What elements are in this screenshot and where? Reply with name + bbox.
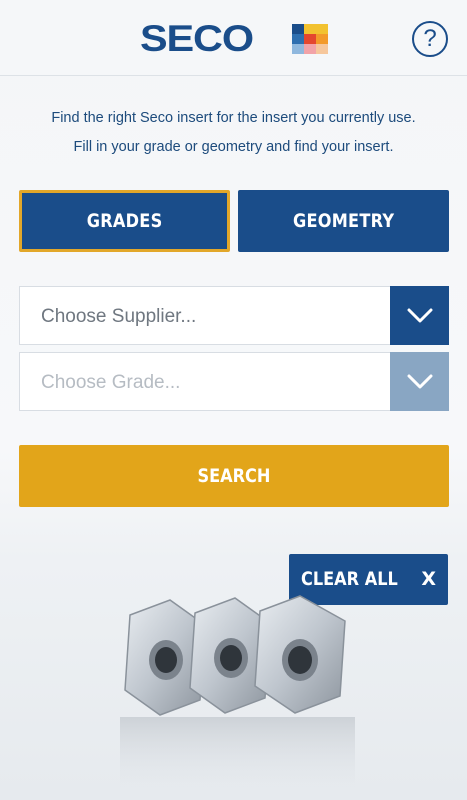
logo-square [292, 44, 304, 54]
tab-geometry-label: GEOMETRY [292, 210, 395, 232]
logo-square [316, 44, 328, 54]
help-icon: ? [423, 25, 437, 52]
logo-square [304, 44, 316, 54]
search-button[interactable]: SEARCH [19, 445, 449, 507]
chevron-down-icon [407, 374, 432, 388]
logo-squares [292, 24, 328, 54]
logo-square [304, 34, 316, 44]
close-icon: X [421, 568, 436, 590]
supplier-dropdown-button[interactable] [390, 286, 449, 345]
logo-text: SECO [140, 18, 254, 59]
app-header: SECO ? [0, 0, 467, 76]
search-button-label: SEARCH [197, 465, 271, 487]
tab-grades[interactable]: GRADES [19, 190, 230, 252]
tab-grades-label: GRADES [86, 210, 163, 232]
intro-line-2: Fill in your grade or geometry and find … [73, 139, 394, 155]
grade-placeholder: Choose Grade... [41, 372, 181, 393]
chevron-down-icon [407, 308, 432, 322]
logo-square [304, 24, 316, 34]
supplier-select[interactable]: Choose Supplier... [19, 286, 449, 345]
logo-square [316, 24, 328, 34]
help-button[interactable]: ? [412, 21, 448, 57]
insert-3 [254, 595, 346, 714]
seco-logo: SECO [140, 20, 328, 57]
logo-square [292, 34, 304, 44]
logo-square [292, 24, 304, 34]
intro-line-1: Find the right Seco insert for the inser… [51, 110, 416, 126]
inserts-image [120, 595, 355, 800]
supplier-placeholder: Choose Supplier... [41, 306, 197, 327]
logo-square [316, 34, 328, 44]
tab-geometry[interactable]: GEOMETRY [238, 190, 449, 252]
intro-text: Find the right Seco insert for the inser… [0, 104, 467, 162]
grade-select[interactable]: Choose Grade... [19, 352, 449, 411]
grade-dropdown-button[interactable] [390, 352, 449, 411]
